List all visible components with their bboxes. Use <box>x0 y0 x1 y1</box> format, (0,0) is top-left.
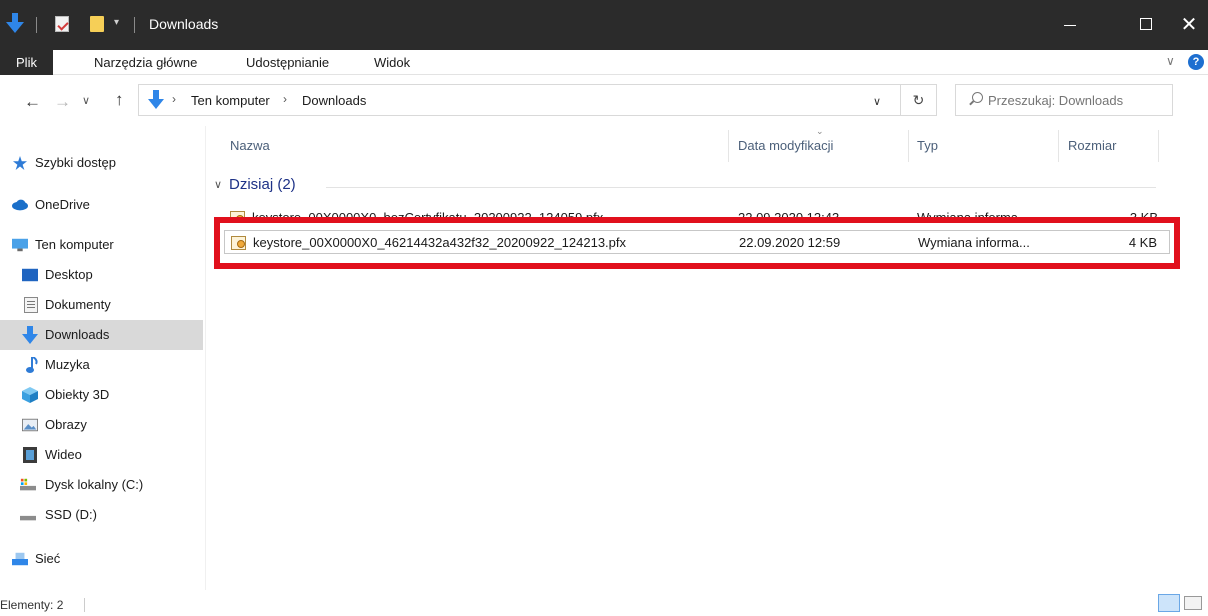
video-icon <box>23 447 37 463</box>
sidebar-item-network[interactable]: Sieć <box>0 544 203 574</box>
sidebar-item-label: SSD (D:) <box>45 507 97 522</box>
maximize-button[interactable] <box>1124 0 1170 50</box>
customize-quick-access-icon[interactable]: ▾ <box>114 17 119 28</box>
up-button[interactable]: ↑ <box>115 90 124 110</box>
chevron-down-icon: ∨ <box>214 179 223 191</box>
breadcrumb-separator-icon[interactable]: › <box>172 92 176 106</box>
sidebar-item-pictures[interactable]: Obrazy <box>0 410 203 440</box>
tab-home[interactable]: Narzędzia główne <box>94 50 197 75</box>
sidebar-item-label: Szybki dostęp <box>35 155 116 170</box>
address-dropdown-icon[interactable]: ∨ <box>873 95 881 108</box>
help-icon[interactable]: ? <box>1188 54 1204 70</box>
breadcrumb-separator-icon[interactable]: › <box>283 92 287 106</box>
search-box[interactable] <box>955 84 1173 116</box>
computer-icon <box>12 238 28 252</box>
sidebar-item-quick-access[interactable]: Szybki dostęp <box>0 148 203 178</box>
navigation-pane: Szybki dostęp OneDrive Ten komputer Desk… <box>0 126 205 590</box>
sidebar-item-label: Sieć <box>35 551 61 566</box>
address-bar[interactable]: › Ten komputer › Downloads ∨ <box>138 84 901 116</box>
desktop-icon <box>22 268 38 282</box>
file-list: Nazwa ⌄ Data modyfikacji Typ Rozmiar ∨ D… <box>206 126 1208 590</box>
sidebar-item-label: Dysk lokalny (C:) <box>45 477 144 492</box>
sidebar-item-this-pc[interactable]: Ten komputer <box>0 230 203 260</box>
window-title: Downloads <box>149 16 219 32</box>
column-header-date[interactable]: Data modyfikacji <box>738 136 833 162</box>
sidebar-item-label: Obrazy <box>45 417 87 432</box>
properties-icon[interactable] <box>55 16 69 32</box>
music-icon <box>26 357 38 373</box>
forward-button[interactable]: → <box>54 92 71 112</box>
column-divider[interactable] <box>1058 130 1059 162</box>
sidebar-item-music[interactable]: Muzyka <box>0 350 203 380</box>
sidebar-item-documents[interactable]: Dokumenty <box>0 290 203 320</box>
column-header-type[interactable]: Typ <box>917 136 938 162</box>
sidebar-item-label: Wideo <box>45 447 82 462</box>
close-icon: ✕ <box>1180 14 1198 36</box>
quick-access-separator <box>36 17 37 33</box>
search-icon <box>972 92 983 103</box>
sidebar-item-label: OneDrive <box>35 197 90 212</box>
sidebar-item-label: Desktop <box>45 267 93 282</box>
status-separator <box>84 598 85 612</box>
sidebar-item-local-disk-c[interactable]: Dysk lokalny (C:) <box>0 470 203 500</box>
refresh-icon: ↻ <box>912 92 925 108</box>
cube-icon <box>22 387 38 403</box>
star-icon <box>13 156 27 170</box>
sidebar-item-videos[interactable]: Wideo <box>0 440 203 470</box>
group-label: Dzisiaj (2) <box>229 176 296 193</box>
search-input[interactable] <box>988 91 1168 109</box>
red-highlight-box <box>214 217 1180 269</box>
column-divider[interactable] <box>1158 130 1159 162</box>
sidebar-item-downloads[interactable]: Downloads <box>0 320 203 350</box>
sidebar-item-label: Downloads <box>45 327 110 342</box>
sidebar-item-onedrive[interactable]: OneDrive <box>0 190 203 220</box>
recent-locations-icon[interactable]: ∨ <box>82 94 90 107</box>
sidebar-item-3d-objects[interactable]: Obiekty 3D <box>0 380 203 410</box>
sidebar-item-desktop[interactable]: Desktop <box>0 260 203 290</box>
item-count: Elementy: 2 <box>0 598 64 612</box>
download-arrow-icon <box>148 90 164 109</box>
status-bar: Elementy: 2 <box>0 590 1208 616</box>
picture-icon <box>22 418 38 432</box>
maximize-icon <box>1140 18 1152 30</box>
sidebar-item-label: Muzyka <box>45 357 90 372</box>
large-icons-view-icon[interactable] <box>1184 596 1202 610</box>
breadcrumb-downloads[interactable]: Downloads <box>302 93 366 108</box>
details-view-icon[interactable] <box>1158 594 1180 612</box>
back-button[interactable]: ← <box>24 92 41 112</box>
sidebar-item-label: Dokumenty <box>45 297 111 312</box>
minimize-icon <box>1064 25 1076 26</box>
ribbon-tabs: Plik Narzędzia główne Udostępnianie Wido… <box>0 50 1208 75</box>
navigation-bar: ← → ∨ ↑ › Ten komputer › Downloads ∨ ↻ <box>0 76 1208 126</box>
expand-ribbon-icon[interactable]: ∨ <box>1166 54 1175 68</box>
document-icon <box>24 297 38 313</box>
new-folder-icon[interactable] <box>90 16 104 32</box>
column-divider[interactable] <box>908 130 909 162</box>
drive-icon <box>20 515 36 521</box>
network-icon <box>12 552 28 566</box>
title-bar: ▾ Downloads ✕ <box>0 0 1208 50</box>
sidebar-item-label: Ten komputer <box>35 237 114 252</box>
breadcrumb-this-pc[interactable]: Ten komputer <box>191 93 270 108</box>
close-button[interactable]: ✕ <box>1166 0 1208 50</box>
column-divider[interactable] <box>728 130 729 162</box>
quick-access-separator <box>134 17 135 33</box>
group-divider <box>326 187 1156 188</box>
sidebar-item-ssd-d[interactable]: SSD (D:) <box>0 500 203 530</box>
minimize-button[interactable] <box>1048 0 1094 50</box>
tab-file[interactable]: Plik <box>0 50 53 75</box>
sidebar-item-label: Obiekty 3D <box>45 387 110 402</box>
tab-view[interactable]: Widok <box>374 50 410 75</box>
cloud-icon <box>12 199 28 211</box>
tab-share[interactable]: Udostępnianie <box>246 50 329 75</box>
drive-icon <box>20 478 36 491</box>
download-arrow-icon[interactable] <box>6 13 24 33</box>
download-icon <box>22 326 38 344</box>
column-header-name[interactable]: Nazwa <box>230 136 270 162</box>
column-header-size[interactable]: Rozmiar <box>1068 136 1116 162</box>
refresh-button[interactable]: ↻ <box>901 84 937 116</box>
